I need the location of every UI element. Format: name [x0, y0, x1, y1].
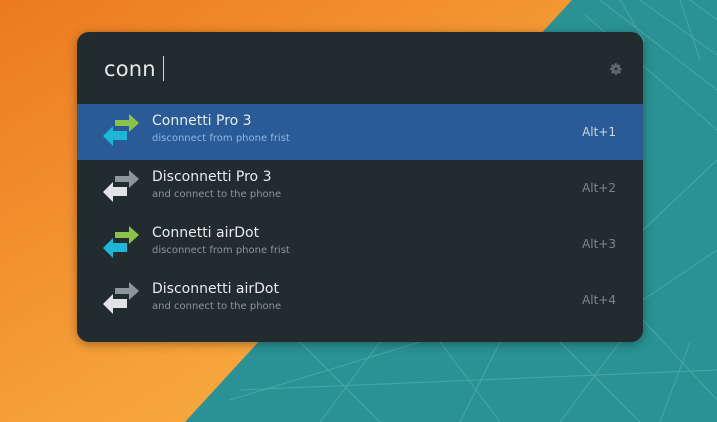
result-item[interactable]: Disconnetti Pro 3 and connect to the pho… [77, 160, 643, 216]
search-query-text: conn [104, 56, 156, 81]
result-subtitle: and connect to the phone [152, 301, 282, 312]
result-subtitle: disconnect from phone frist [152, 133, 290, 144]
connect-arrows-icon [103, 114, 139, 146]
result-subtitle: disconnect from phone frist [152, 245, 290, 256]
disconnect-arrows-icon [103, 170, 139, 202]
result-shortcut: Alt+2 [582, 181, 616, 195]
disconnect-arrows-icon [103, 282, 139, 314]
result-title: Connetti Pro 3 [152, 113, 252, 129]
result-title: Disconnetti Pro 3 [152, 169, 272, 185]
result-item[interactable]: Disconnetti airDot and connect to the ph… [77, 272, 643, 328]
result-shortcut: Alt+4 [582, 293, 616, 307]
connect-arrows-icon [103, 226, 139, 258]
text-cursor [162, 56, 164, 81]
result-item[interactable]: Connetti Pro 3 disconnect from phone fri… [77, 104, 643, 160]
result-item[interactable]: Connetti airDot disconnect from phone fr… [77, 216, 643, 272]
result-shortcut: Alt+3 [582, 237, 616, 251]
launcher-window: conn Connetti Pro 3 disconnect from phon… [77, 32, 643, 342]
results-list: Connetti Pro 3 disconnect from phone fri… [77, 104, 643, 328]
search-bar[interactable]: conn [77, 32, 643, 104]
search-input[interactable]: conn [104, 56, 164, 81]
result-subtitle: and connect to the phone [152, 189, 282, 200]
result-title: Connetti airDot [152, 225, 260, 241]
gear-icon[interactable] [609, 62, 623, 76]
result-shortcut: Alt+1 [582, 125, 616, 139]
result-title: Disconnetti airDot [152, 281, 279, 297]
